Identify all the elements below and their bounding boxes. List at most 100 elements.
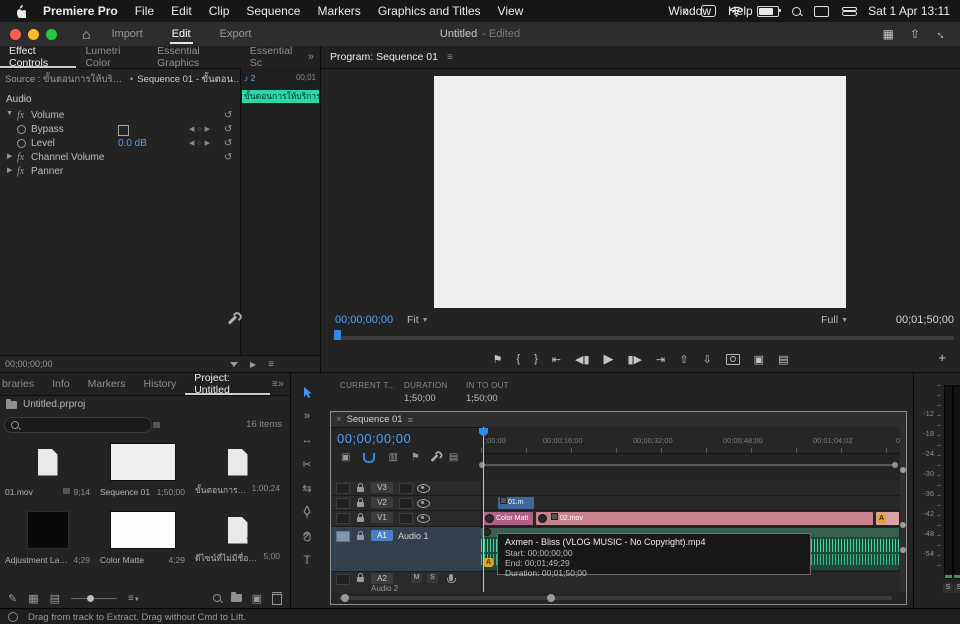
lock-icon[interactable]	[357, 531, 364, 540]
track-select-tool[interactable]: »	[300, 409, 314, 423]
sort-icon[interactable]: ≡▼	[128, 593, 140, 604]
thumbnail-zoom-slider[interactable]	[71, 594, 118, 602]
add-marker-icon[interactable]: ⚑	[411, 452, 420, 463]
menu-edit[interactable]: Edit	[171, 4, 192, 18]
panel-menu-icon[interactable]: ≡	[447, 52, 453, 63]
go-to-in-icon[interactable]: ⇤	[552, 353, 561, 366]
share-icon[interactable]: ⇧	[910, 27, 920, 41]
tab-markers[interactable]: Markers	[79, 373, 135, 395]
track-label-v2[interactable]: V2	[371, 497, 393, 508]
tab-lumetri-color[interactable]: Lumetri Color	[76, 45, 148, 69]
track-label-v1[interactable]: V1	[371, 512, 393, 523]
expand-arrow-icon[interactable]: ▶	[7, 166, 12, 174]
track-label-a1[interactable]: A1	[371, 530, 393, 541]
new-bin-icon[interactable]	[230, 592, 242, 602]
solo-right-button[interactable]: S	[954, 583, 960, 593]
close-window-button[interactable]	[10, 28, 21, 40]
sync-lock-box[interactable]	[399, 498, 413, 509]
project-item[interactable]: Adjustment Layer 4;29	[0, 505, 95, 573]
keyframe-nav-icons[interactable]: ◀○▶	[189, 139, 213, 147]
tab-info[interactable]: Info	[43, 373, 79, 395]
tab-import[interactable]: Import	[109, 24, 144, 44]
panel-overflow-icon[interactable]: »	[278, 378, 290, 390]
tab-essential-sound[interactable]: Essential Sc	[241, 45, 308, 69]
spotlight-search-icon[interactable]	[792, 6, 802, 16]
type-tool[interactable]: T	[300, 553, 314, 567]
tab-essential-graphics[interactable]: Essential Graphics	[148, 45, 241, 69]
toggle-track-output-icon[interactable]	[417, 499, 430, 508]
zoom-handle[interactable]	[547, 594, 555, 602]
track-label-v3[interactable]: V3	[371, 482, 393, 493]
source-patch-box[interactable]	[336, 531, 350, 542]
project-item[interactable]: 01.mov 9;14	[0, 437, 95, 505]
track-v1[interactable]: V1 Color Matt 02.mov A	[331, 511, 900, 527]
timeline-timecode[interactable]: 00;00;00;00	[337, 431, 411, 446]
play-button-icon[interactable]: ▶	[604, 351, 614, 367]
effect-row-level[interactable]: Level 0.0 dB ◀○▶ ↺	[0, 138, 238, 151]
fit-dropdown[interactable]: Fit ▼	[407, 314, 429, 326]
toggle-track-output-icon[interactable]	[417, 514, 430, 523]
screen-mirroring-icon[interactable]	[701, 5, 717, 17]
playback-resolution-dropdown[interactable]: Full ▼	[821, 314, 848, 326]
clip-02mov[interactable]: 02.mov	[536, 512, 873, 525]
timeline-display-icon[interactable]: ▤	[449, 452, 458, 463]
reset-channel-volume-icon[interactable]: ↺	[224, 152, 232, 163]
timeline-ruler[interactable]: ;00;00 00;00;16;00 00;00;32;00 00;00;48;…	[481, 427, 900, 454]
multi-camera-icon[interactable]: ▤	[778, 353, 788, 366]
track-label-a2[interactable]: A2	[371, 573, 393, 584]
extract-icon[interactable]: ⇩	[702, 353, 711, 366]
effect-row-bypass[interactable]: Bypass ◀○▶ ↺	[0, 124, 238, 137]
source-patch-box[interactable]	[336, 498, 350, 509]
toggle-animation-icon[interactable]	[17, 125, 26, 137]
sync-lock-box[interactable]	[399, 483, 413, 494]
zoom-window-button[interactable]	[46, 28, 57, 40]
app-menu[interactable]: Premiere Pro	[43, 4, 118, 18]
tab-edit[interactable]: Edit	[170, 24, 193, 44]
project-search-input[interactable]	[4, 417, 152, 433]
clip-color-matte[interactable]: Color Matt	[483, 512, 533, 525]
zoom-handle[interactable]	[341, 594, 349, 602]
level-value[interactable]: 0.0 dB	[118, 138, 147, 149]
menubar-clock[interactable]: Sat 1 Apr 13:11	[868, 4, 950, 18]
project-file-row[interactable]: Untitled.prproj	[6, 398, 85, 410]
snap-magnet-icon[interactable]	[363, 452, 376, 463]
filter-bin-icon[interactable]	[152, 421, 161, 429]
play-around-icon[interactable]: ▶	[250, 360, 256, 369]
project-item[interactable]: ••• ดีไซน์ที่ไม่มีชื่อ(1).png 5;00	[190, 505, 285, 573]
chevron-left-icon[interactable]: ‹	[683, 4, 688, 18]
project-item[interactable]: Sequence 01 1;50;00	[95, 437, 190, 505]
panel-menu-icon[interactable]: ≡	[408, 415, 413, 425]
effect-row-volume[interactable]: ▼ fx Volume ↺	[0, 110, 238, 123]
sync-lock-box[interactable]	[399, 513, 413, 524]
bypass-checkbox[interactable]	[118, 125, 129, 136]
tab-libraries[interactable]: braries	[0, 373, 43, 395]
lock-icon[interactable]	[357, 483, 364, 492]
reset-effect-icon[interactable]: ↺	[224, 110, 232, 121]
menu-graphics-and-titles[interactable]: Graphics and Titles	[378, 4, 481, 18]
project-item[interactable]: ขั้นตอนการให้บริ.. 1;00;24	[190, 437, 285, 505]
control-center-icon[interactable]	[842, 6, 858, 16]
timeline-settings-icon[interactable]	[430, 453, 439, 462]
battery-icon[interactable]	[757, 5, 782, 17]
reset-bypass-icon[interactable]: ↺	[224, 124, 232, 135]
track-v3[interactable]: V3	[331, 481, 900, 496]
pen-tool[interactable]	[300, 505, 314, 519]
menu-view[interactable]: View	[498, 4, 524, 18]
clip-01mov[interactable]: 01.m	[498, 497, 534, 509]
step-back-icon[interactable]: ◀▮	[575, 353, 590, 366]
menu-clip[interactable]: Clip	[209, 4, 230, 18]
solo-track-button[interactable]: S	[427, 573, 438, 583]
go-to-out-icon[interactable]: ⇥	[656, 353, 665, 366]
mute-track-button[interactable]: M	[411, 573, 422, 583]
hand-tool[interactable]	[300, 529, 314, 543]
collapse-arrow-icon[interactable]: ▼	[6, 110, 13, 117]
reset-level-icon[interactable]: ↺	[224, 138, 232, 149]
program-timecode[interactable]: 00;00;00;00	[335, 314, 393, 326]
minimize-window-button[interactable]	[28, 28, 39, 40]
tab-history[interactable]: History	[135, 373, 186, 395]
track-name-audio1[interactable]: Audio 1	[398, 531, 429, 541]
ripple-edit-tool[interactable]: ↔	[300, 433, 314, 447]
solo-left-button[interactable]: S	[943, 583, 953, 593]
find-icon[interactable]	[212, 594, 221, 602]
track-v2[interactable]: V2 01.m	[331, 496, 900, 511]
